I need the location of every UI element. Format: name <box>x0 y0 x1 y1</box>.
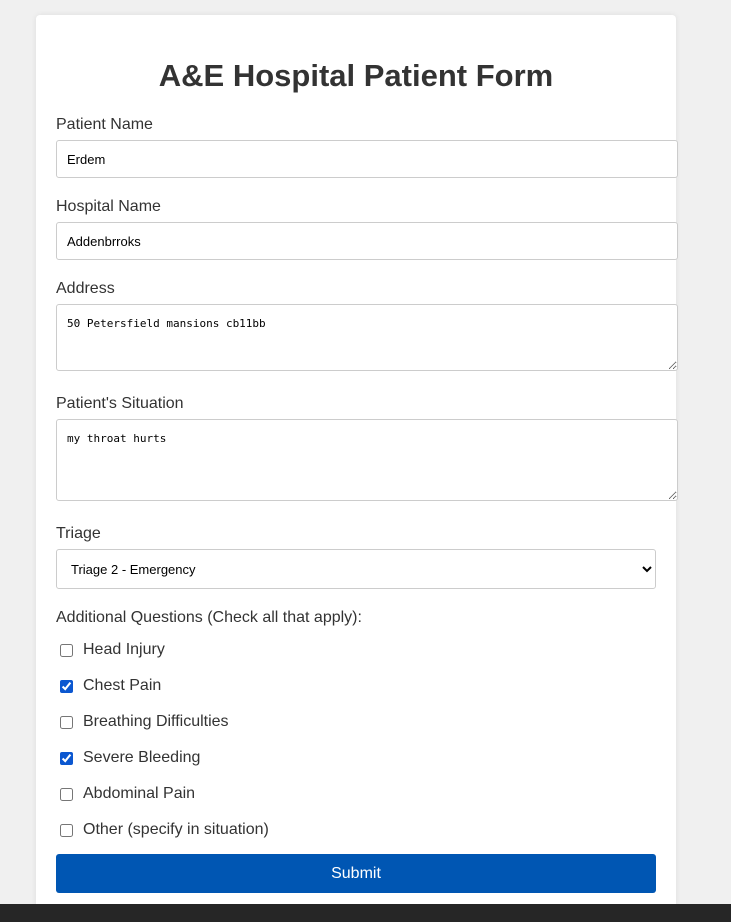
question-breathing-difficulties[interactable]: Breathing Difficulties <box>60 712 229 732</box>
abdominal-pain-checkbox[interactable] <box>60 787 73 801</box>
breathing-difficulties-label: Breathing Difficulties <box>83 713 229 730</box>
situation-textarea[interactable]: my throat hurts <box>56 419 678 501</box>
other-checkbox[interactable] <box>60 823 73 837</box>
severe-bleeding-checkbox[interactable] <box>60 751 73 765</box>
head-injury-checkbox[interactable] <box>60 643 73 657</box>
question-chest-pain[interactable]: Chest Pain <box>60 676 161 696</box>
other-label: Other (specify in situation) <box>83 821 269 838</box>
hospital-name-label: Hospital Name <box>56 198 161 215</box>
patient-name-label: Patient Name <box>56 116 153 133</box>
address-textarea[interactable]: 50 Petersfield mansions cb11bb <box>56 304 678 371</box>
page-title: A&E Hospital Patient Form <box>158 58 554 93</box>
breathing-difficulties-checkbox[interactable] <box>60 715 73 729</box>
question-head-injury[interactable]: Head Injury <box>60 640 165 660</box>
head-injury-label: Head Injury <box>83 641 165 658</box>
question-abdominal-pain[interactable]: Abdominal Pain <box>60 784 195 804</box>
hospital-name-input[interactable] <box>56 222 678 260</box>
address-label: Address <box>56 280 115 297</box>
patient-name-input[interactable] <box>56 140 678 178</box>
question-severe-bleeding[interactable]: Severe Bleeding <box>60 748 200 768</box>
additional-questions-label: Additional Questions (Check all that app… <box>56 609 362 626</box>
triage-label: Triage <box>56 525 101 542</box>
triage-select[interactable]: Triage 2 - Emergency <box>56 549 656 589</box>
taskbar <box>0 904 731 922</box>
chest-pain-checkbox[interactable] <box>60 679 73 693</box>
severe-bleeding-label: Severe Bleeding <box>83 749 201 766</box>
question-other[interactable]: Other (specify in situation) <box>60 820 269 840</box>
abdominal-pain-label: Abdominal Pain <box>83 785 196 802</box>
situation-label: Patient's Situation <box>56 395 184 412</box>
submit-button[interactable]: Submit <box>56 854 656 893</box>
chest-pain-label: Chest Pain <box>83 677 162 694</box>
